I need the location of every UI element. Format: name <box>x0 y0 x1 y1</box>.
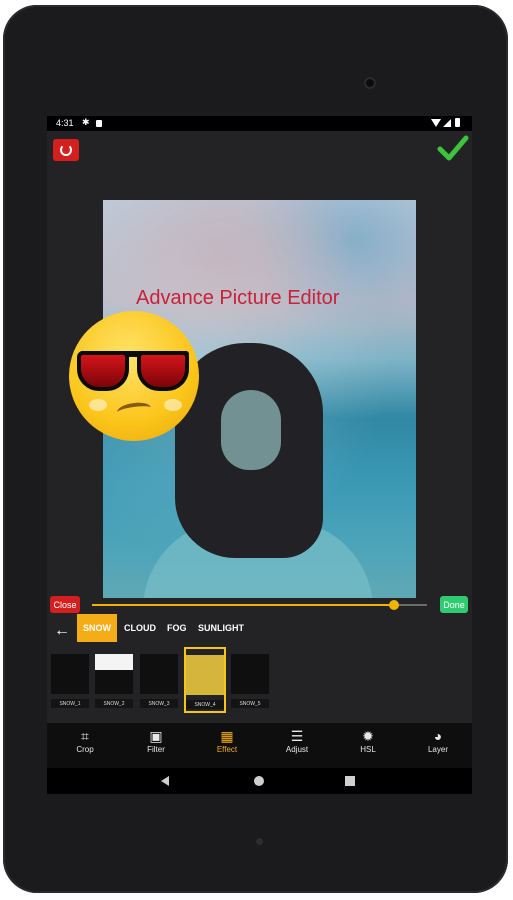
reset-icon <box>60 144 72 156</box>
effect-thumbnail-strip: SNOW_1 SNOW_2 SNOW_3 SNOW_4 SNOW_5 <box>47 647 472 718</box>
effect-category-row: ← SNOW CLOUD FOG SUNLIGHT <box>47 614 472 644</box>
category-snow[interactable]: SNOW <box>77 614 117 642</box>
right-lens <box>137 351 189 391</box>
sensor-dot <box>256 838 263 845</box>
effect-preview <box>95 654 133 694</box>
adjust-icon: ☰ <box>290 728 304 744</box>
battery-icon <box>455 118 460 127</box>
tab-label: Effect <box>216 745 238 754</box>
signal-icon <box>443 119 451 127</box>
tab-label: HSL <box>360 745 376 754</box>
effect-preview <box>186 655 224 695</box>
nav-recents-icon[interactable] <box>345 776 355 786</box>
intensity-slider-thumb[interactable] <box>389 600 399 610</box>
front-camera <box>364 77 376 89</box>
effect-thumbnail[interactable]: SNOW_2 <box>95 648 133 710</box>
crop-icon: ⌗ <box>81 728 89 744</box>
effect-thumbnail[interactable]: SNOW_5 <box>231 648 269 710</box>
filter-icon: ▣ <box>149 728 163 744</box>
system-nav-bar <box>47 768 472 794</box>
hsl-icon: ✹ <box>362 728 374 744</box>
nav-home-icon[interactable] <box>254 776 264 786</box>
tab-adjust[interactable]: ☰ Adjust <box>272 727 322 754</box>
effect-icon: ▦ <box>220 728 234 744</box>
photo-subject-face <box>221 390 281 470</box>
category-sunlight[interactable]: SUNLIGHT <box>198 614 244 642</box>
tab-label: Layer <box>427 745 448 754</box>
app-screen: 4:31 ✱ Advance Picture Editor Close Done… <box>47 116 472 794</box>
tab-hsl[interactable]: ✹ HSL <box>343 727 393 754</box>
intensity-slider[interactable] <box>92 600 427 610</box>
sunglasses-emoji-sticker[interactable] <box>69 311 199 441</box>
wifi-icon <box>431 119 441 127</box>
confirm-check-icon[interactable] <box>437 132 469 164</box>
tablet-frame: 4:31 ✱ Advance Picture Editor Close Done… <box>3 5 508 893</box>
settings-status-icon: ✱ <box>82 117 90 127</box>
effect-preview <box>140 654 178 694</box>
effect-thumbnail[interactable]: SNOW_4 <box>184 647 226 713</box>
done-effect-button[interactable]: Done <box>440 596 468 613</box>
status-bar: 4:31 ✱ <box>47 116 472 131</box>
emoji-mouth <box>116 400 152 420</box>
effect-thumbnail-label: SNOW_4 <box>186 700 224 709</box>
tab-filter[interactable]: ▣ Filter <box>131 727 181 754</box>
effect-thumbnail[interactable]: SNOW_1 <box>51 648 89 710</box>
category-fog[interactable]: FOG <box>167 614 187 642</box>
tab-crop[interactable]: ⌗ Crop <box>60 727 110 754</box>
nav-back-icon[interactable] <box>161 776 169 786</box>
effect-thumbnail-label: SNOW_3 <box>140 699 178 708</box>
effect-thumbnail-label: SNOW_5 <box>231 699 269 708</box>
back-arrow-icon[interactable]: ← <box>54 622 70 640</box>
effect-preview <box>51 654 89 694</box>
emoji-cheek <box>89 399 107 411</box>
tab-effect[interactable]: ▦ Effect <box>202 727 252 754</box>
tab-label: Adjust <box>285 745 309 754</box>
category-cloud[interactable]: CLOUD <box>124 614 156 642</box>
tab-layer[interactable]: ◕ Layer <box>413 727 463 754</box>
photo-text-sticker[interactable]: Advance Picture Editor <box>136 287 339 310</box>
intensity-slider-fill <box>92 604 394 606</box>
layer-icon: ◕ <box>433 728 443 744</box>
left-lens <box>77 351 129 391</box>
tab-label: Filter <box>147 745 165 754</box>
lock-status-icon <box>96 120 102 127</box>
reset-button[interactable] <box>53 139 79 161</box>
tool-tab-bar: ⌗ Crop ▣ Filter ▦ Effect ☰ Adjust ✹ HSL … <box>47 723 472 768</box>
close-effect-button[interactable]: Close <box>50 596 80 613</box>
effect-thumbnail[interactable]: SNOW_3 <box>140 648 178 710</box>
status-time: 4:31 <box>56 118 74 128</box>
effect-thumbnail-label: SNOW_2 <box>95 699 133 708</box>
effect-thumbnail-label: SNOW_1 <box>51 699 89 708</box>
tab-label: Crop <box>76 745 94 754</box>
effect-preview <box>231 654 269 694</box>
emoji-cheek <box>164 399 182 411</box>
